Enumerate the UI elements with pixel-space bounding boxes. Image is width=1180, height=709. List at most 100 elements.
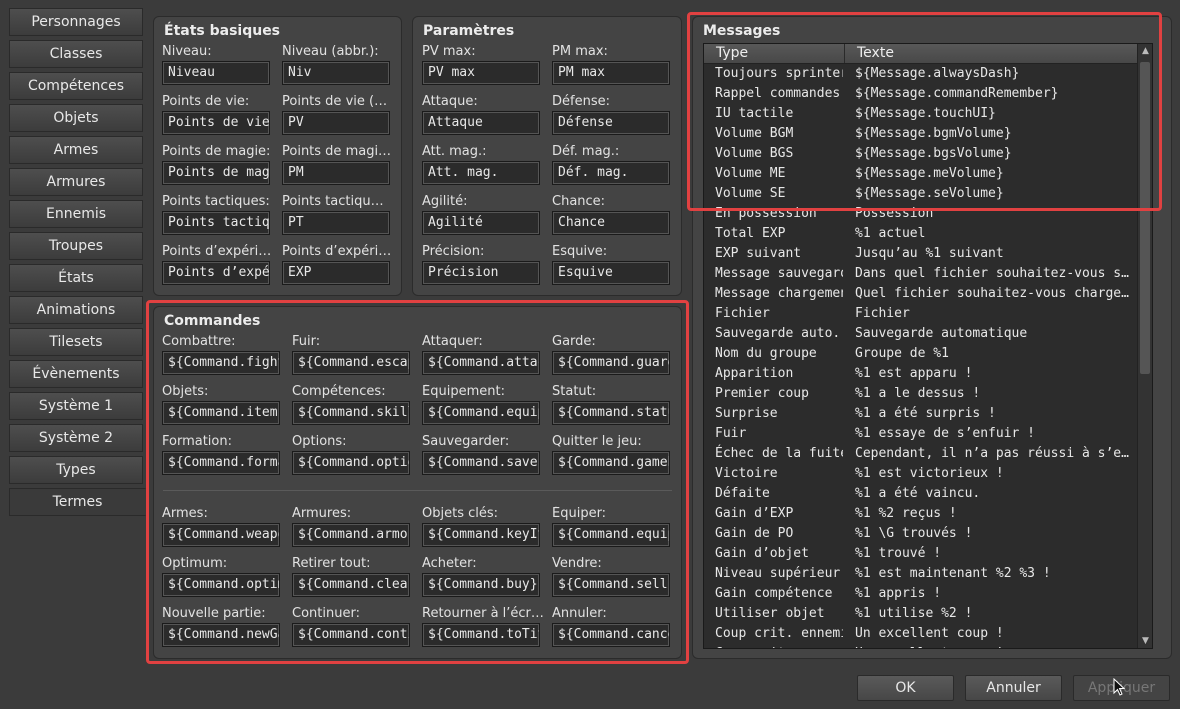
tab-armes[interactable]: Armes [9,136,143,164]
basic-stat-input[interactable]: Points de vie [162,111,270,135]
tab-classes[interactable]: Classes [9,40,143,68]
message-row[interactable]: Message chargement Quel fichier souhaitez… [704,284,1137,304]
tab-animations[interactable]: Animations [9,296,143,324]
message-row[interactable]: Volume BGS ${Message.bgsVolume} [704,144,1137,164]
command-input[interactable]: ${Command.formation} [162,451,280,475]
scroll-thumb[interactable] [1140,62,1150,374]
message-row[interactable]: En possession Possession [704,204,1137,224]
message-row[interactable]: Rappel commandes ${Message.commandRemembe… [704,84,1137,104]
tab-troupes[interactable]: Troupes [9,232,143,260]
command-input[interactable]: ${Command.item} [162,401,280,425]
command-input[interactable]: ${Command.fight} [162,351,280,375]
basic-stat-input[interactable]: Niv [282,61,390,85]
message-row[interactable]: Coup crit. ennemi Un excellent coup ! [704,624,1137,644]
parameter-input[interactable]: Attaque [422,111,540,135]
message-row[interactable]: Premier coup %1 a le dessus ! [704,384,1137,404]
command-input[interactable]: ${Command.attack} [422,351,540,375]
scroll-up-icon[interactable]: ▲ [1138,44,1152,58]
parameter-input[interactable]: Déf. mag. [552,161,670,185]
command-input[interactable]: ${Command.status} [552,401,670,425]
message-row[interactable]: Fichier Fichier [704,304,1137,324]
command-input[interactable]: ${Command.sell} [552,573,670,597]
tab-ennemis[interactable]: Ennemis [9,200,143,228]
command-input[interactable]: ${Command.cancel} [552,623,670,647]
tab-comp-tences[interactable]: Compétences [9,72,143,100]
ok-button[interactable]: OK [857,675,954,701]
messages-scrollbar[interactable]: ▲ ▼ [1137,44,1152,648]
command-input[interactable]: ${Command.gameEnd} [552,451,670,475]
command-input[interactable]: ${Command.continue} [292,623,410,647]
command-input[interactable]: ${Command.guard} [552,351,670,375]
message-row[interactable]: Fuir %1 essaye de s’enfuir ! [704,424,1137,444]
basic-stat-input[interactable]: Points tactiques [162,211,270,235]
column-type-header[interactable]: Type [704,44,845,63]
command-input[interactable]: ${Command.newGame} [162,623,280,647]
parameter-input[interactable]: Esquive [552,261,670,285]
basic-stat-input[interactable]: Niveau [162,61,270,85]
command-input[interactable]: ${Command.escape} [292,351,410,375]
scroll-down-icon[interactable]: ▼ [1138,634,1152,648]
messages-list[interactable]: Type Texte Toujours sprinter ${Message.al… [703,43,1153,649]
tab--v-nements[interactable]: Évènements [9,360,143,388]
message-row[interactable]: Total EXP %1 actuel [704,224,1137,244]
message-row[interactable]: Niveau supérieur %1 est maintenant %2 %3 … [704,564,1137,584]
tab--tats[interactable]: États [9,264,143,292]
tab-syst-me-2[interactable]: Système 2 [9,424,143,452]
command-input[interactable]: ${Command.equip} [422,401,540,425]
command-input[interactable]: ${Command.skill} [292,401,410,425]
parameter-input[interactable]: Chance [552,211,670,235]
column-text-header[interactable]: Texte [845,44,1137,63]
message-row[interactable]: Utiliser objet %1 utilise %2 ! [704,604,1137,624]
parameter-input[interactable]: PV max [422,61,540,85]
message-row[interactable]: Échec de la fuite Cependant, il n’a pas r… [704,444,1137,464]
message-row[interactable]: Volume SE ${Message.seVolume} [704,184,1137,204]
basic-stat-input[interactable]: PM [282,161,390,185]
message-row[interactable]: Coup crit. Un excellent coup ! [704,644,1137,648]
message-row[interactable]: Message sauvegarde Dans quel fichier souh… [704,264,1137,284]
message-type: Premier coup [715,386,809,401]
message-row[interactable]: Apparition %1 est apparu ! [704,364,1137,384]
basic-stat-input[interactable]: PV [282,111,390,135]
message-row[interactable]: Surprise %1 a été surpris ! [704,404,1137,424]
message-row[interactable]: Gain d’objet %1 trouvé ! [704,544,1137,564]
command-input[interactable]: ${Command.clear} [292,573,410,597]
message-row[interactable]: Nom du groupe Groupe de %1 [704,344,1137,364]
message-row[interactable]: Victoire %1 est victorieux ! [704,464,1137,484]
command-input[interactable]: ${Command.armor} [292,523,410,547]
message-row[interactable]: Défaite %1 a été vaincu. [704,484,1137,504]
command-input[interactable]: ${Command.toTitle} [422,623,540,647]
parameter-input[interactable]: Agilité [422,211,540,235]
command-input[interactable]: ${Command.options} [292,451,410,475]
command-input[interactable]: ${Command.buy} [422,573,540,597]
parameter-input[interactable]: Précision [422,261,540,285]
message-row[interactable]: Sauvegarde auto. Sauvegarde automatique [704,324,1137,344]
message-row[interactable]: Volume ME ${Message.meVolume} [704,164,1137,184]
command-input[interactable]: ${Command.equip2} [552,523,670,547]
parameter-input[interactable]: Défense [552,111,670,135]
message-row[interactable]: Gain d’EXP %1 %2 reçus ! [704,504,1137,524]
tab-termes[interactable]: Termes [9,488,146,516]
tab-objets[interactable]: Objets [9,104,143,132]
message-row[interactable]: Volume BGM ${Message.bgmVolume} [704,124,1137,144]
command-input[interactable]: ${Command.keyItem} [422,523,540,547]
basic-stat-input[interactable]: Points d’expérience [162,261,270,285]
message-row[interactable]: Toujours sprinter ${Message.alwaysDash} [704,64,1137,84]
tab-tilesets[interactable]: Tilesets [9,328,143,356]
message-row[interactable]: IU tactile ${Message.touchUI} [704,104,1137,124]
parameter-input[interactable]: PM max [552,61,670,85]
parameter-input[interactable]: Att. mag. [422,161,540,185]
command-input[interactable]: ${Command.save} [422,451,540,475]
tab-syst-me-1[interactable]: Système 1 [9,392,143,420]
message-row[interactable]: Gain de PO %1 \G trouvés ! [704,524,1137,544]
tab-types[interactable]: Types [9,456,143,484]
command-input[interactable]: ${Command.weapon} [162,523,280,547]
command-input[interactable]: ${Command.optimize} [162,573,280,597]
tab-armures[interactable]: Armures [9,168,143,196]
basic-stat-input[interactable]: EXP [282,261,390,285]
message-row[interactable]: Gain compétence %1 appris ! [704,584,1137,604]
basic-stat-input[interactable]: PT [282,211,390,235]
message-row[interactable]: EXP suivant Jusqu’au %1 suivant [704,244,1137,264]
cancel-button[interactable]: Annuler [965,675,1062,701]
basic-stat-input[interactable]: Points de magie [162,161,270,185]
tab-personnages[interactable]: Personnages [9,8,143,36]
